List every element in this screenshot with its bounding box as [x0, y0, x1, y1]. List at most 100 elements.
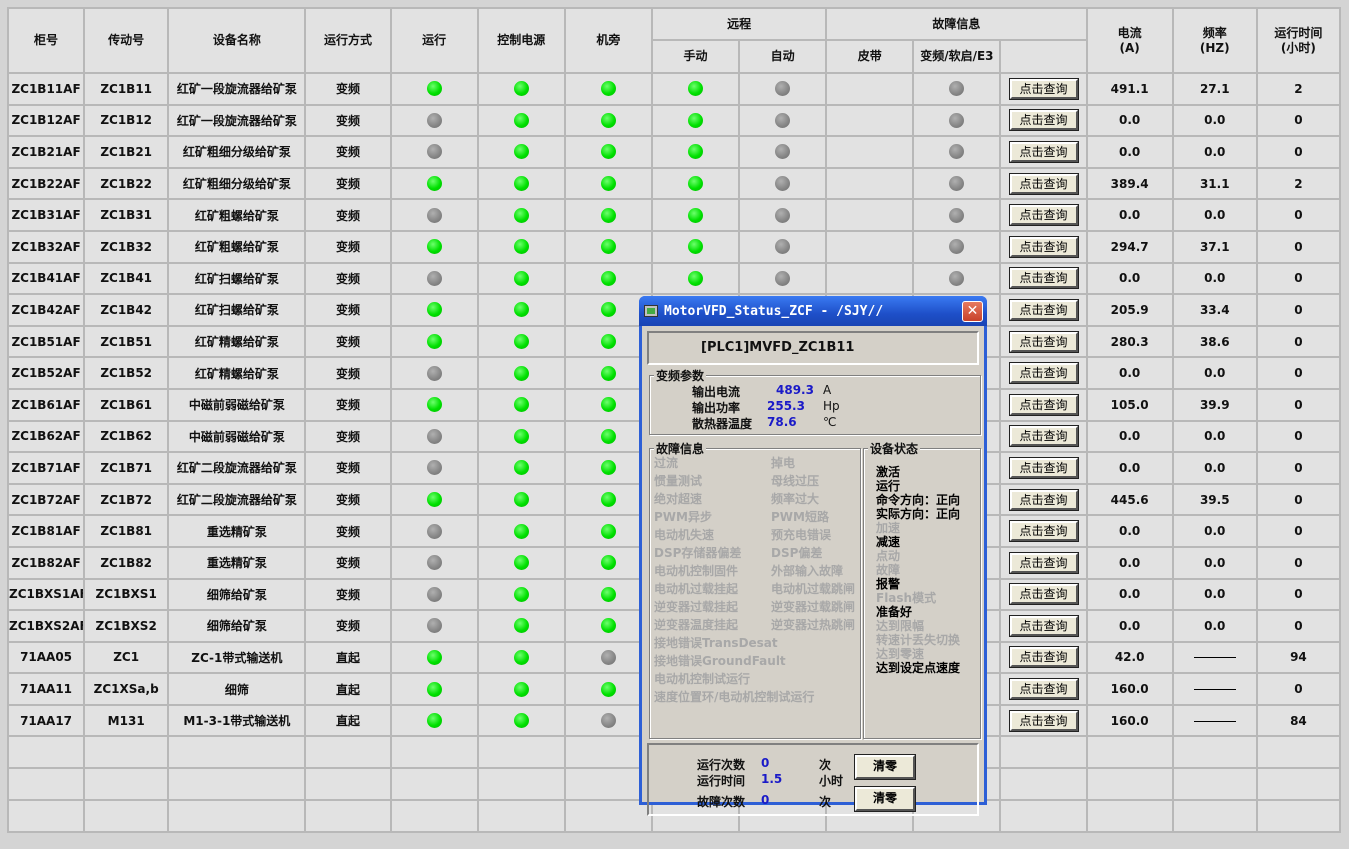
table-row: ZC1B11AF ZC1B11 红矿一段旋流器给矿泵 变频 点击查询 491.1 27.1 2	[6, 72, 1342, 106]
remote-manual-cell	[650, 229, 741, 264]
control-power-lamp	[513, 239, 529, 255]
query-button[interactable]: 点击查询	[1008, 393, 1079, 416]
reset-button[interactable]: 清零	[854, 754, 916, 780]
remote-auto-lamp	[775, 81, 791, 97]
local-lamp	[600, 555, 616, 571]
empty-cell	[1085, 767, 1174, 802]
table-row: ZC1B41AF ZC1B41 红矿扫螺给矿泵 变频 点击查询 0.0 0.0 0	[6, 261, 1342, 296]
query-button[interactable]: 点击查询	[1008, 298, 1079, 321]
param-label: 散热器温度	[692, 417, 753, 431]
query-button[interactable]: 点击查询	[1008, 488, 1079, 511]
local-lamp	[600, 239, 616, 255]
running-lamp	[426, 713, 442, 729]
remote-manual-cell	[650, 135, 741, 169]
frequency-cell: 0.0	[1171, 198, 1258, 232]
local-lamp	[600, 649, 616, 665]
query-button[interactable]: 点击查询	[1008, 109, 1079, 132]
device-name-cell: 红矿粗细分级给矿泵	[167, 166, 307, 201]
empty-cell	[476, 735, 566, 770]
runtime-cell: 2	[1255, 72, 1342, 106]
running-lamp	[426, 649, 442, 665]
empty-cell	[167, 799, 307, 834]
header-remote: 远程	[650, 7, 828, 41]
reset-button[interactable]: 清零	[854, 786, 916, 812]
query-button[interactable]: 点击查询	[1008, 172, 1079, 195]
local-lamp	[600, 397, 616, 413]
empty-cell	[999, 735, 1088, 770]
header-mode: 运行方式	[304, 7, 392, 74]
query-button[interactable]: 点击查询	[1008, 614, 1079, 637]
table-row: ZC1B22AF ZC1B22 红矿粗细分级给矿泵 变频 点击查询 389.4 31.1 2	[6, 166, 1342, 201]
header-manual: 手动	[650, 39, 741, 74]
empty-cell	[389, 735, 479, 770]
running-lamp	[426, 207, 442, 223]
control-power-cell	[476, 72, 566, 106]
running-lamp	[426, 428, 442, 444]
query-button[interactable]: 点击查询	[1008, 330, 1079, 353]
empty-cell	[6, 799, 86, 834]
mode-cell: 变频	[304, 419, 392, 454]
local-lamp	[600, 713, 616, 729]
query-button[interactable]: 点击查询	[1008, 456, 1079, 479]
header-local: 机旁	[563, 7, 653, 74]
empty-cell	[1255, 735, 1342, 770]
no-value-dash	[1193, 657, 1236, 659]
remote-manual-lamp	[688, 207, 703, 223]
runtime-cell: 0	[1255, 672, 1342, 706]
query-cell: 点击查询	[999, 261, 1088, 296]
drive-cell: ZC1B51	[83, 324, 170, 359]
fault-indicator: 电动机控制固件	[654, 564, 739, 578]
drive-cell: ZC1B31	[83, 198, 170, 232]
query-button[interactable]: 点击查询	[1008, 425, 1079, 448]
control-power-lamp	[513, 649, 529, 665]
control-power-cell	[476, 135, 566, 169]
query-button[interactable]: 点击查询	[1008, 551, 1079, 574]
cabinet-cell: ZC1B12AF	[6, 103, 86, 138]
running-cell	[389, 609, 479, 643]
query-button[interactable]: 点击查询	[1008, 204, 1079, 227]
running-lamp	[426, 555, 442, 571]
device-name-cell: 红矿一段旋流器给矿泵	[167, 103, 307, 138]
empty-cell	[6, 735, 86, 770]
control-power-cell	[476, 577, 566, 612]
device-name-cell: 红矿扫螺给矿泵	[167, 293, 307, 327]
frequency-cell: 0.0	[1171, 545, 1258, 580]
running-cell	[389, 451, 479, 485]
fault-info-group: 故障信息 过流 惯量测试 绝对超速 PWM异步 电动机失速 DSP存储器偏差 电动机控制固件…	[649, 440, 861, 739]
query-button[interactable]: 点击查询	[1008, 583, 1079, 606]
dialog-titlebar[interactable]: MotorVFD_Status_ZCF - /SJY// ✕	[639, 296, 987, 326]
query-button[interactable]: 点击查询	[1008, 235, 1079, 258]
control-power-cell	[476, 324, 566, 359]
device-name-cell: 细筛给矿泵	[167, 609, 307, 643]
current-cell: 0.0	[1085, 545, 1174, 580]
query-button[interactable]: 点击查询	[1008, 520, 1079, 543]
mode-cell: 变频	[304, 324, 392, 359]
query-button[interactable]: 点击查询	[1008, 646, 1079, 669]
device-name-cell: 中磁前弱磁给矿泵	[167, 419, 307, 454]
drive-cell: ZC1B11	[83, 72, 170, 106]
query-cell: 点击查询	[999, 577, 1088, 612]
mode-cell: 变频	[304, 545, 392, 580]
control-power-cell	[476, 672, 566, 706]
local-cell	[563, 198, 653, 232]
mode-cell: 直起	[304, 640, 392, 675]
close-icon[interactable]: ✕	[962, 300, 983, 322]
query-button[interactable]: 点击查询	[1008, 709, 1079, 732]
runtime-cell: 0	[1255, 356, 1342, 390]
query-button[interactable]: 点击查询	[1008, 140, 1079, 163]
running-cell	[389, 356, 479, 390]
device-name-cell: 重选精矿泵	[167, 545, 307, 580]
control-power-lamp	[513, 334, 529, 350]
mode-cell: 变频	[304, 609, 392, 643]
vfd-params-title: 变频参数	[654, 367, 707, 384]
running-cell	[389, 387, 479, 422]
drive-cell: ZC1BXS2	[83, 609, 170, 643]
fault-indicator: PWM异步	[654, 510, 712, 524]
query-button[interactable]: 点击查询	[1008, 77, 1079, 100]
query-button[interactable]: 点击查询	[1008, 267, 1079, 290]
device-name-cell: 红矿一段旋流器给矿泵	[167, 72, 307, 106]
mode-cell: 变频	[304, 103, 392, 138]
query-button[interactable]: 点击查询	[1008, 678, 1079, 701]
param-value: 78.6	[767, 415, 797, 429]
query-button[interactable]: 点击查询	[1008, 362, 1079, 385]
